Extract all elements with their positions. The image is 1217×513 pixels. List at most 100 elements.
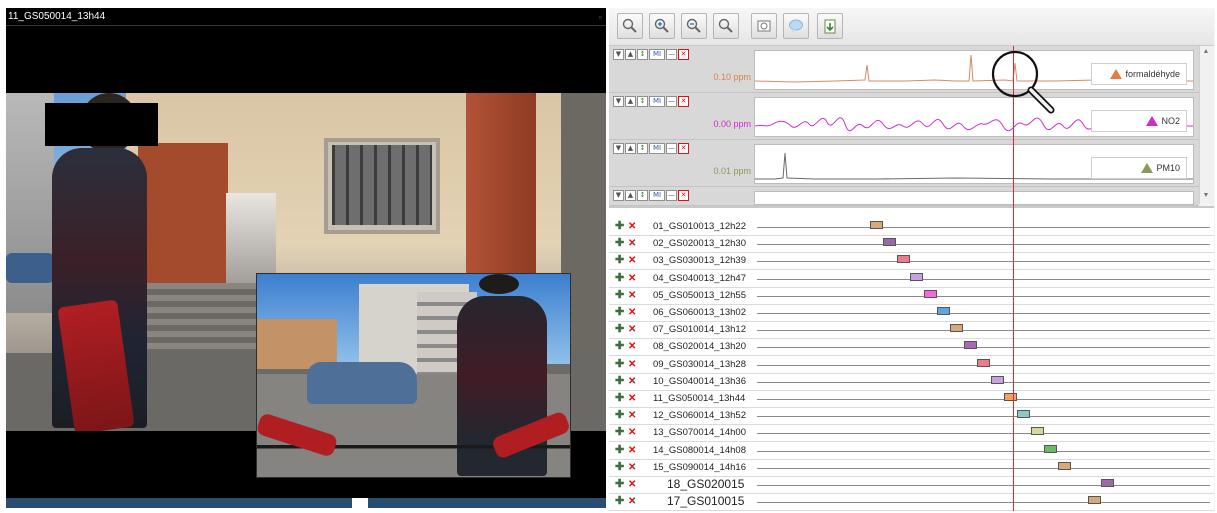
move-down-icon[interactable]: ▼ [613, 190, 624, 201]
zoom-in-icon[interactable] [649, 13, 675, 39]
reorder-icon[interactable]: ↕ [637, 190, 648, 201]
add-clip-icon[interactable]: ✚ [615, 358, 624, 369]
reorder-icon[interactable]: ↕ [637, 49, 648, 60]
remove-sensor-icon[interactable]: ✕ [678, 143, 689, 154]
clip-row[interactable]: ✚ ✕ 04_GS040013_12h47 [609, 271, 1214, 288]
zoom-fit-icon[interactable] [617, 13, 643, 39]
clip-block[interactable] [870, 221, 883, 229]
screenshot-icon[interactable] [751, 13, 777, 39]
remove-clip-icon[interactable]: ✕ [628, 221, 639, 232]
clip-row[interactable]: ✚ ✕ 12_GS060014_13h52 [609, 408, 1214, 426]
clip-row[interactable]: ✚ ✕ 09_GS030014_13h28 [609, 357, 1214, 374]
add-clip-icon[interactable]: ✚ [615, 444, 624, 455]
add-clip-icon[interactable]: ✚ [615, 427, 624, 438]
move-up-icon[interactable]: ▲ [625, 49, 636, 60]
comment-icon[interactable] [783, 13, 809, 39]
remove-clip-icon[interactable]: ✕ [628, 359, 639, 370]
sensor-plot[interactable]: NO2 [754, 97, 1194, 137]
move-up-icon[interactable]: ▲ [625, 96, 636, 107]
scroll-up-icon[interactable]: ▲ [1200, 48, 1212, 58]
add-clip-icon[interactable]: ✚ [615, 479, 624, 490]
remove-clip-icon[interactable]: ✕ [628, 238, 639, 249]
minimize-icon[interactable]: ▫ [599, 8, 602, 26]
collapse-icon[interactable]: — [666, 49, 677, 60]
remove-clip-icon[interactable]: ✕ [628, 496, 639, 507]
video-scrub-bar[interactable] [6, 498, 606, 508]
clip-row[interactable]: ✚ ✕ 08_GS020014_13h20 [609, 339, 1214, 357]
remove-clip-icon[interactable]: ✕ [628, 255, 639, 266]
remove-sensor-icon[interactable]: ✕ [678, 96, 689, 107]
remove-clip-icon[interactable]: ✕ [628, 290, 639, 301]
remove-clip-icon[interactable]: ✕ [628, 462, 639, 473]
clip-row[interactable]: ✚ ✕ 14_GS080014_14h08 [609, 443, 1214, 460]
clip-row[interactable]: ✚ ✕ 07_GS010014_13h12 [609, 322, 1214, 340]
clip-block[interactable] [1004, 393, 1017, 401]
remove-clip-icon[interactable]: ✕ [628, 307, 639, 318]
clip-row[interactable]: ✚ ✕ 02_GS020013_12h30 [609, 236, 1214, 254]
mi-button[interactable]: MI [649, 143, 665, 154]
clip-block[interactable] [990, 375, 1004, 384]
clip-row[interactable]: ✚ ✕ 06_GS060013_13h02 [609, 305, 1214, 322]
add-clip-icon[interactable]: ✚ [615, 221, 624, 232]
collapse-icon[interactable]: — [666, 96, 677, 107]
sensor-plot[interactable]: formaldéhyde [754, 50, 1194, 90]
collapse-icon[interactable]: — [666, 143, 677, 154]
clip-row[interactable]: ✚ ✕ 17_GS010015 [609, 494, 1214, 512]
scroll-down-icon[interactable]: ▼ [1200, 192, 1212, 202]
add-clip-icon[interactable]: ✚ [615, 289, 624, 300]
remove-clip-icon[interactable]: ✕ [628, 376, 639, 387]
reorder-icon[interactable]: ↕ [637, 96, 648, 107]
move-down-icon[interactable]: ▼ [613, 96, 624, 107]
move-down-icon[interactable]: ▼ [613, 49, 624, 60]
mi-button[interactable]: MI [649, 49, 665, 60]
clip-block[interactable] [1057, 461, 1071, 470]
clip-row[interactable]: ✚ ✕ 13_GS070014_14h00 [609, 425, 1214, 443]
clip-block[interactable] [910, 272, 924, 281]
remove-sensor-icon[interactable]: ✕ [678, 49, 689, 60]
clip-row[interactable]: ✚ ✕ 11_GS050014_13h44 [609, 391, 1214, 408]
zoom-out-icon[interactable] [681, 13, 707, 39]
remove-clip-icon[interactable]: ✕ [628, 445, 639, 456]
export-icon[interactable] [817, 13, 843, 39]
add-clip-icon[interactable]: ✚ [615, 375, 624, 386]
remove-clip-icon[interactable]: ✕ [628, 273, 639, 284]
sensor-plot[interactable] [754, 191, 1194, 205]
clip-block[interactable] [950, 324, 964, 333]
clip-row[interactable]: ✚ ✕ 15_GS090014_14h16 [609, 460, 1214, 477]
zoom-reset-icon[interactable] [713, 13, 739, 39]
remove-clip-icon[interactable]: ✕ [628, 393, 639, 404]
clip-block[interactable] [1044, 444, 1058, 453]
clip-row[interactable]: ✚ ✕ 18_GS020015 [609, 477, 1214, 494]
add-clip-icon[interactable]: ✚ [615, 341, 624, 352]
remove-clip-icon[interactable]: ✕ [628, 324, 639, 335]
clip-block[interactable] [923, 289, 937, 298]
remove-clip-icon[interactable]: ✕ [628, 410, 639, 421]
remove-clip-icon[interactable]: ✕ [628, 479, 639, 490]
clip-block[interactable] [963, 341, 977, 350]
clip-block[interactable] [1088, 496, 1101, 505]
collapse-icon[interactable]: — [666, 190, 677, 201]
add-clip-icon[interactable]: ✚ [615, 324, 624, 335]
remove-clip-icon[interactable]: ✕ [628, 427, 639, 438]
clip-row[interactable]: ✚ ✕ 05_GS050013_12h55 [609, 288, 1214, 305]
video-scrub-handle[interactable] [352, 498, 368, 511]
reorder-icon[interactable]: ↕ [637, 143, 648, 154]
clip-block[interactable] [1101, 479, 1114, 487]
sensor-scrollbar[interactable] [1199, 46, 1214, 204]
add-clip-icon[interactable]: ✚ [615, 307, 624, 318]
add-clip-icon[interactable]: ✚ [615, 238, 624, 249]
sensor-plot[interactable]: PM10 [754, 144, 1194, 184]
remove-sensor-icon[interactable]: ✕ [678, 190, 689, 201]
add-clip-icon[interactable]: ✚ [615, 255, 624, 266]
remove-clip-icon[interactable]: ✕ [628, 341, 639, 352]
move-up-icon[interactable]: ▲ [625, 190, 636, 201]
add-clip-icon[interactable]: ✚ [615, 461, 624, 472]
clip-row[interactable]: ✚ ✕ 01_GS010013_12h22 [609, 219, 1214, 236]
clip-block[interactable] [883, 238, 897, 247]
move-up-icon[interactable]: ▲ [625, 143, 636, 154]
clip-block[interactable] [1017, 410, 1031, 419]
add-clip-icon[interactable]: ✚ [615, 496, 624, 507]
mi-button[interactable]: MI [649, 96, 665, 107]
add-clip-icon[interactable]: ✚ [615, 410, 624, 421]
add-clip-icon[interactable]: ✚ [615, 272, 624, 283]
